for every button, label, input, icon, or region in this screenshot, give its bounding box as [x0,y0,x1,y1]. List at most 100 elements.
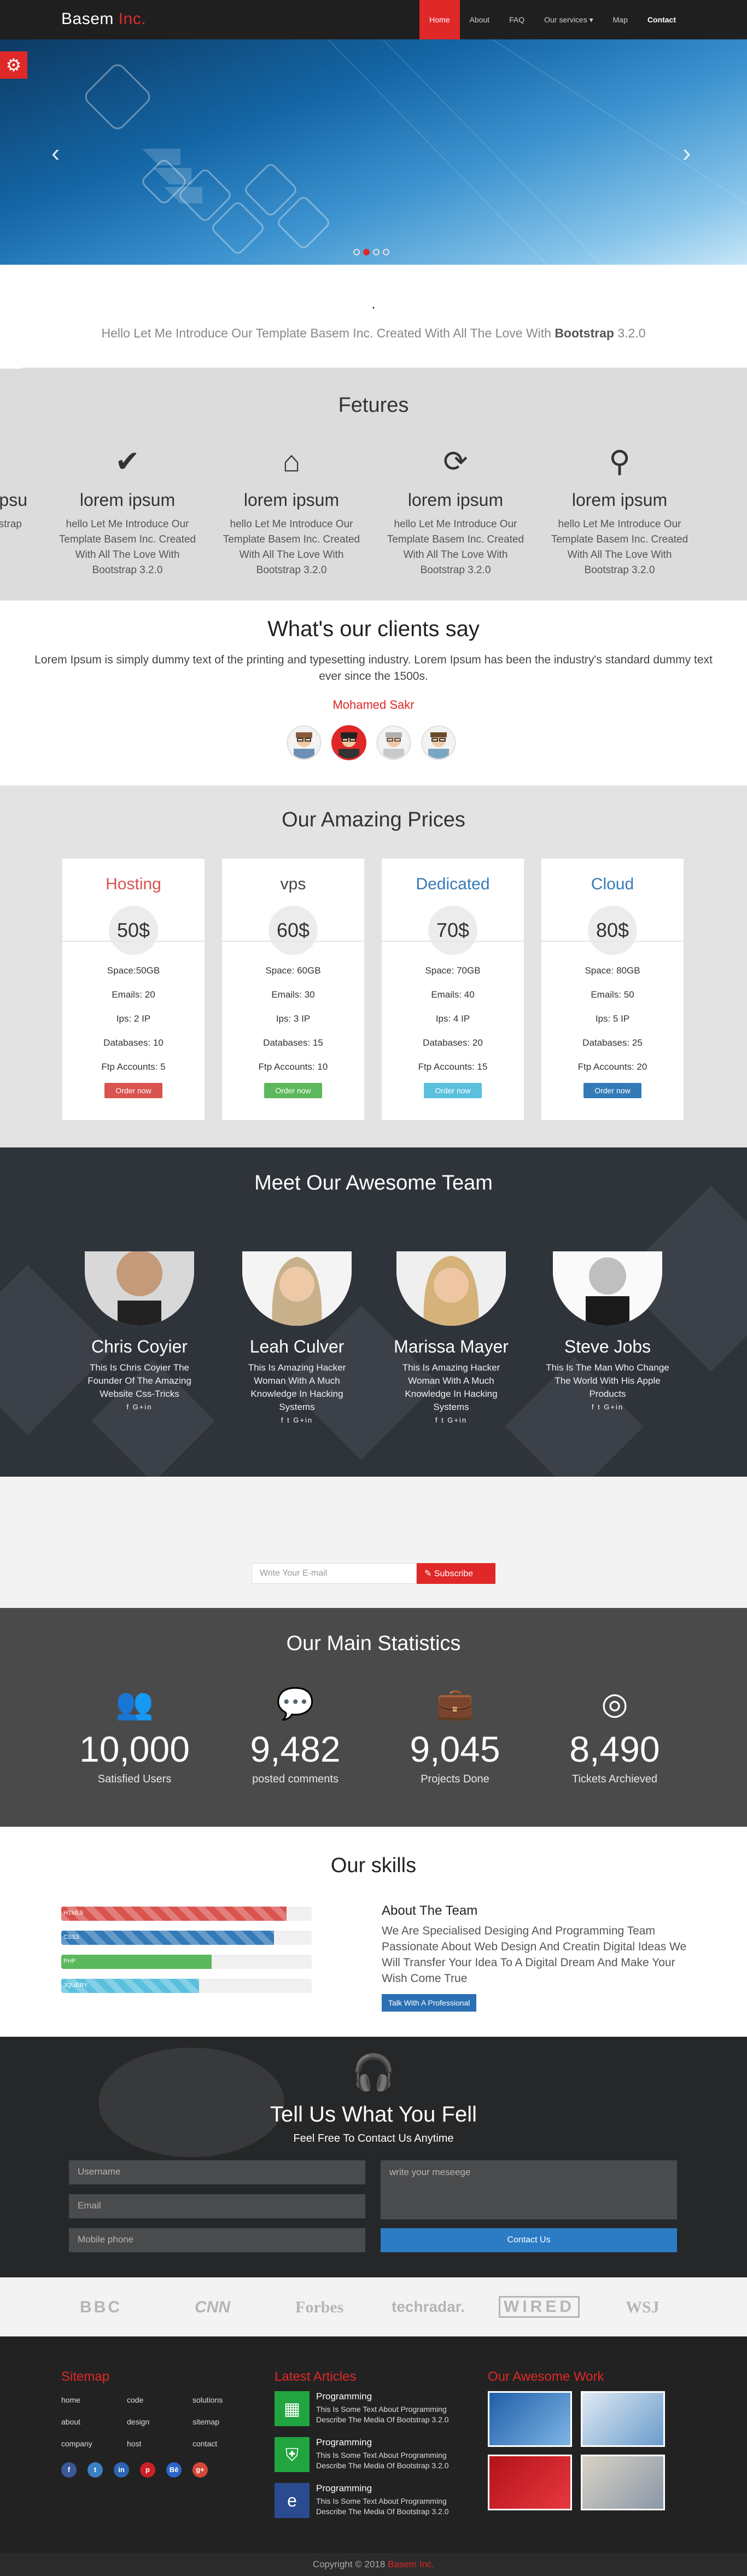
lifebuoy-icon: ◎ [601,1686,628,1721]
message-field[interactable]: write your meseege [381,2160,677,2219]
phone-field[interactable]: Mobile phone [69,2228,365,2252]
slider-dot[interactable] [353,249,360,255]
settings-gear-icon[interactable]: ⚙ [0,51,27,79]
main-menu: Home About FAQ Our services ▾ Map Contac… [419,0,686,39]
client-avatar[interactable] [287,725,322,760]
statistics-section: Our Main Statistics 👥 10,000 Satisfied U… [0,1608,747,1827]
plan-ips: Ips: 3 IP [276,1013,311,1024]
plan-price: 80$ [588,906,637,955]
stat-label: Tickets Archieved [572,1773,657,1785]
order-button[interactable]: Order now [264,1083,322,1098]
talk-button[interactable]: Talk With A Professional [382,1994,477,2012]
footer-link[interactable]: host [127,2439,141,2448]
features-title: Fetures [338,394,409,417]
plan-name: Hosting [106,875,161,893]
feature-title: lorem ipsum [407,490,504,510]
footer-link[interactable]: about [61,2417,80,2426]
article-item[interactable]: e Programming This Is Some Text About Pr… [275,2483,449,2521]
nav-item-about[interactable]: About [460,0,500,39]
work-thumbnail[interactable] [581,2455,665,2510]
team-member: Leah Culver This Is Amazing Hacker Woman… [234,1251,360,1424]
card-divider [382,941,524,942]
stat-label: posted comments [252,1773,339,1785]
order-button[interactable]: Order now [424,1083,482,1098]
slider-dot[interactable] [373,249,380,255]
work-title: Our Awesome Work [488,2369,604,2384]
linkedin-icon[interactable]: in [114,2462,129,2478]
brand-logo[interactable]: Basem Inc. [61,10,146,28]
article-item[interactable]: ⛨ Programming This Is Some Text About Pr… [275,2437,449,2475]
member-name: Steve Jobs [564,1337,651,1356]
pinterest-icon[interactable]: p [140,2462,155,2478]
article-item[interactable]: ▦ Programming This Is Some Text About Pr… [275,2391,449,2429]
footer-link[interactable]: contact [192,2439,217,2448]
nav-item-contact[interactable]: Contact [638,0,686,39]
avatar-face-icon [339,732,359,759]
plan-ips: Ips: 2 IP [116,1013,151,1024]
client-avatar-selected[interactable] [331,725,366,760]
footer-link[interactable]: company [61,2439,92,2448]
slider-next-icon[interactable]: › [682,138,691,167]
member-social-icons[interactable]: f t G+in [234,1416,360,1424]
nav-item-map[interactable]: Map [603,0,638,39]
slider-indicators [353,249,389,255]
member-name: Chris Coyier [91,1337,188,1356]
plan-name: vps [280,875,306,893]
skill-bar-fill: PHP [61,1955,212,1969]
plan-ftp: Ftp Accounts: 10 [258,1062,328,1072]
work-thumbnail[interactable] [581,2391,665,2447]
footer-link[interactable]: code [127,2396,143,2404]
email-input[interactable]: Write Your E-mail [252,1563,417,1584]
order-button[interactable]: Order now [104,1083,162,1098]
member-photo [553,1251,662,1326]
member-social-icons[interactable]: f G+in [77,1403,202,1411]
footer-link[interactable]: design [127,2417,149,2426]
bbc-logo: BBC [80,2298,122,2316]
client-avatar[interactable] [421,725,456,760]
skill-bar: CSS3 [61,1931,312,1945]
work-thumbnail[interactable] [488,2391,572,2447]
team-member: Chris Coyier This Is Chris Coyier The Fo… [77,1251,202,1411]
contact-button[interactable]: Contact Us [381,2228,677,2252]
twitter-icon[interactable]: t [87,2462,103,2478]
client-avatar[interactable] [376,725,411,760]
testimonial-author: Mohamed Sakr [332,698,415,712]
team-section: Meet Our Awesome Team Chris Coyier This … [0,1147,747,1477]
googleplus-icon[interactable]: g+ [192,2462,208,2478]
subscribe-button[interactable]: ✎ Subscribe [417,1563,495,1584]
copyright-brand[interactable]: Basem Inc. [388,2559,434,2569]
subscribe-section: Write Your E-mail ✎ Subscribe [0,1477,747,1608]
ie-icon: e [275,2483,310,2518]
plan-space: Space: 80GB [585,965,640,976]
behance-icon[interactable]: Bē [166,2462,182,2478]
top-navbar: Basem Inc. Home About FAQ Our services ▾… [0,0,747,39]
wired-logo: WIRED [499,2296,580,2318]
order-button[interactable]: Order now [583,1083,641,1098]
email-field[interactable]: Email [69,2194,365,2218]
footer-link[interactable]: solutions [192,2396,223,2404]
member-social-icons[interactable]: f t G+in [388,1416,514,1424]
footer: Sitemap home code solutions about design… [0,2336,747,2553]
footer-link[interactable]: sitemap [192,2417,219,2426]
feature-item: ⟳ lorem ipsum hello Let Me Introduce Our… [384,445,527,578]
member-desc: This Is Amazing Hacker Woman With A Much… [402,1362,500,1412]
skill-bar: HTML5 [61,1907,312,1921]
footer-link[interactable]: home [61,2396,80,2404]
plan-price: 70$ [428,906,477,955]
member-social-icons[interactable]: f t G+in [545,1403,670,1411]
slider-dot-active[interactable] [363,249,370,255]
stat-item: 👥 10,000 Satisfied Users [69,1685,200,1786]
article-desc: This Is Some Text About Programming Desc… [316,2451,449,2470]
member-desc: This Is Chris Coyier The Founder Of The … [87,1362,191,1399]
slider-prev-icon[interactable]: ‹ [51,138,60,167]
facebook-icon[interactable]: f [61,2462,77,2478]
nav-item-home[interactable]: Home [419,0,460,39]
team-title: Meet Our Awesome Team [254,1172,493,1194]
nav-item-faq[interactable]: FAQ [499,0,534,39]
work-thumbnail[interactable] [488,2455,572,2510]
username-field[interactable]: Username [69,2160,365,2184]
slider-dot[interactable] [383,249,389,255]
nav-item-services[interactable]: Our services ▾ [534,0,603,39]
member-name: Marissa Mayer [394,1337,509,1356]
intro-text: Hello Let Me Introduce Our Template Base… [101,326,646,340]
